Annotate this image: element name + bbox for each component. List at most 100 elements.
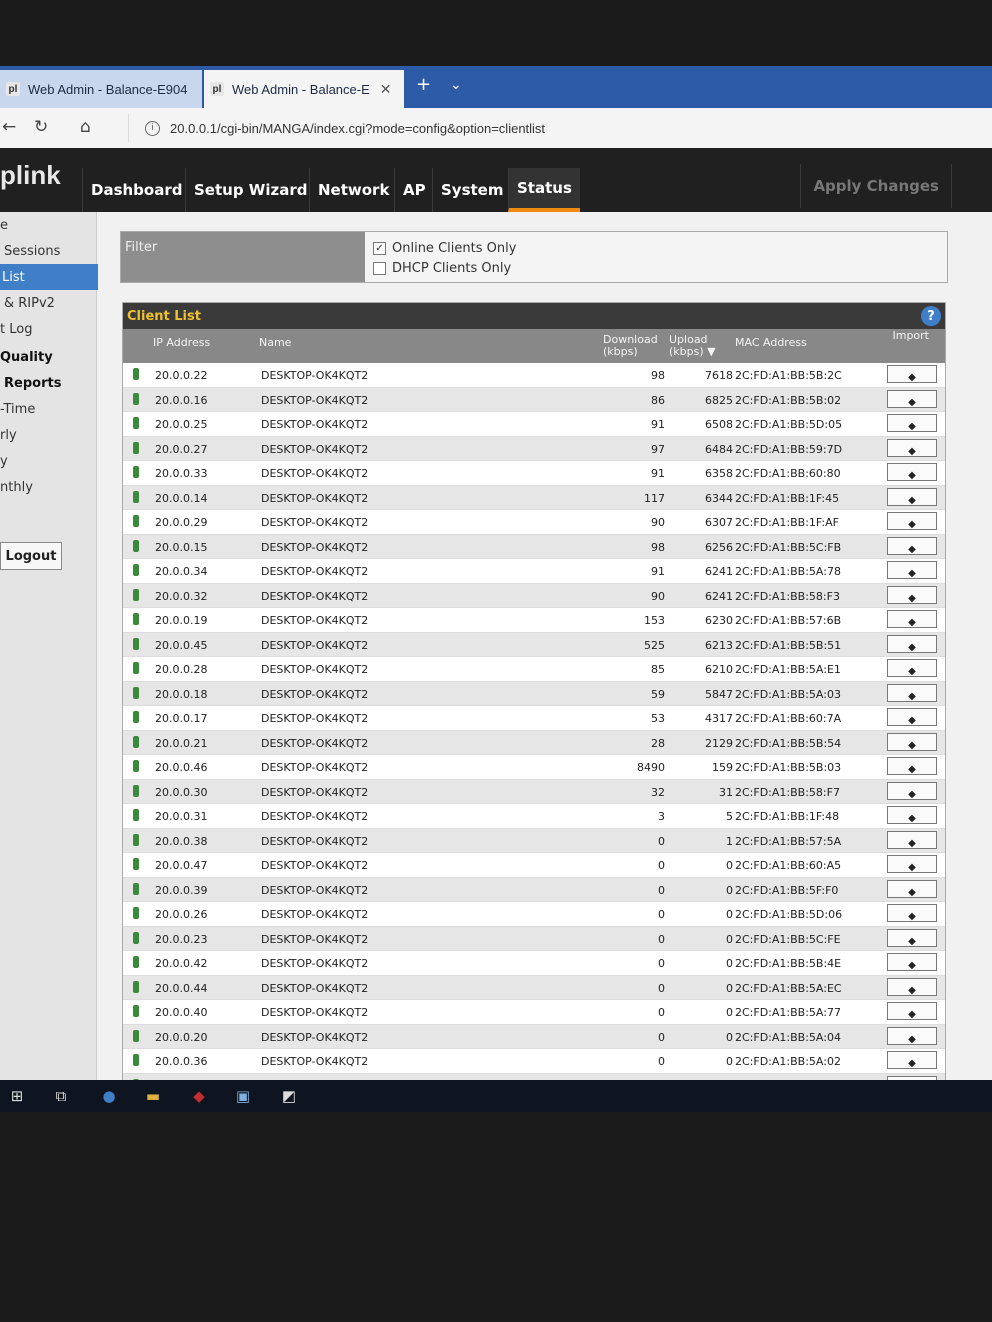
tag-icon: ◆ <box>908 935 916 947</box>
table-row: 20.0.0.16 DESKTOP-OK4KQT2 86 6825 2C:FD:A1:B… <box>123 387 945 412</box>
table-row: 20.0.0.22 DESKTOP-OK4KQT2 98 7618 2C:FD:A1:B… <box>123 363 945 388</box>
header-upload[interactable]: Upload (kbps) ▼ <box>669 334 716 358</box>
cell-ip: 20.0.0.21 <box>155 736 208 750</box>
import-tag-button[interactable]: ◆ <box>887 708 937 726</box>
import-tag-button[interactable]: ◆ <box>887 365 937 383</box>
import-tag-button[interactable]: ◆ <box>887 389 937 408</box>
remote-desktop-icon[interactable]: ▣ <box>232 1086 254 1106</box>
import-tag-button[interactable]: ◆ <box>887 512 937 530</box>
import-tag-button[interactable]: ◆ <box>887 1026 937 1045</box>
home-icon[interactable]: ⌂ <box>80 117 91 137</box>
cell-upload: 6213 <box>705 638 733 652</box>
task-view-icon[interactable]: ⧉ <box>50 1086 72 1106</box>
menu-system[interactable]: System <box>432 168 511 212</box>
import-tag-button[interactable]: ◆ <box>887 414 937 432</box>
menu-ap[interactable]: AP <box>394 168 434 212</box>
sidebar-item-hourly[interactable]: rly <box>0 422 96 448</box>
cell-ip: 20.0.0.38 <box>155 834 208 848</box>
browser-tab-1[interactable]: pl Web Admin - Balance-E904 <box>0 70 202 108</box>
import-tag-button[interactable]: ◆ <box>887 904 937 922</box>
chevron-down-icon[interactable]: ⌄ <box>450 77 462 93</box>
import-tag-button[interactable]: ◆ <box>887 561 937 579</box>
apply-changes-button[interactable]: Apply Changes <box>800 164 952 208</box>
import-tag-button[interactable]: ◆ <box>887 1002 937 1020</box>
tag-icon: ◆ <box>908 911 916 922</box>
import-tag-button[interactable]: ◆ <box>887 683 937 702</box>
cell-upload: 6241 <box>705 589 733 603</box>
import-tag-button[interactable]: ◆ <box>887 438 937 457</box>
logout-button[interactable]: Logout <box>0 542 62 570</box>
import-tag-button[interactable]: ◆ <box>887 585 937 604</box>
windows-start-icon[interactable]: ⊞ <box>6 1086 28 1106</box>
browser-tab-2[interactable]: pl Web Admin - Balance-E ✕ <box>204 70 404 108</box>
url-field[interactable]: i 20.0.0.1/cgi-bin/MANGA/index.cgi?mode=… <box>128 114 989 142</box>
menu-network[interactable]: Network <box>309 168 397 212</box>
notepad-icon[interactable]: ◩ <box>278 1086 300 1106</box>
tag-icon: ◆ <box>908 984 916 996</box>
import-tag-button[interactable]: ◆ <box>887 806 937 824</box>
device-status-icon <box>133 735 139 748</box>
import-tag-button[interactable]: ◆ <box>887 781 937 800</box>
refresh-icon[interactable]: ↻ <box>34 117 48 137</box>
new-tab-icon[interactable]: + <box>416 74 431 95</box>
online-clients-checkbox[interactable]: ✓ Online Clients Only <box>373 241 516 256</box>
cell-mac: 2C:FD:A1:BB:1F:48 <box>735 810 840 823</box>
checkbox-checked-icon[interactable]: ✓ <box>373 242 386 255</box>
import-tag-button[interactable]: ◆ <box>887 487 937 506</box>
cell-upload: 0 <box>726 883 733 897</box>
tag-icon: ◆ <box>908 813 916 824</box>
import-tag-button[interactable]: ◆ <box>887 953 937 971</box>
sidebar-item-monthly[interactable]: nthly <box>0 474 96 500</box>
cell-name: DESKTOP-OK4KQT2 <box>261 369 369 382</box>
device-status-icon <box>133 466 139 478</box>
back-icon[interactable]: ← <box>2 117 16 137</box>
cell-download: 32 <box>651 785 665 799</box>
cell-name: DESKTOP-OK4KQT2 <box>261 859 369 872</box>
app-icon[interactable]: ◆ <box>188 1086 210 1106</box>
import-tag-button[interactable]: ◆ <box>887 855 937 873</box>
file-explorer-icon[interactable]: ▬ <box>142 1086 164 1106</box>
cell-upload: 6358 <box>705 467 733 480</box>
dhcp-clients-checkbox[interactable]: DHCP Clients Only <box>373 261 511 276</box>
import-tag-button[interactable]: ◆ <box>887 928 937 947</box>
header-download[interactable]: Download (kbps) <box>603 334 658 358</box>
sidebar-item-ripv2[interactable]: & RIPv2 <box>0 290 100 316</box>
sidebar-item[interactable]: e <box>0 212 96 238</box>
menu-dashboard[interactable]: Dashboard <box>82 168 190 212</box>
cell-upload: 159 <box>712 761 733 774</box>
import-tag-button[interactable]: ◆ <box>887 757 937 775</box>
import-tag-button[interactable]: ◆ <box>887 830 937 849</box>
cell-mac: 2C:FD:A1:BB:5A:77 <box>735 1006 841 1019</box>
help-icon[interactable]: ? <box>921 306 941 326</box>
sidebar-item-client-list[interactable]: List <box>0 264 98 290</box>
info-icon[interactable]: i <box>145 120 160 136</box>
cell-mac: 2C:FD:A1:BB:1F:AF <box>735 516 839 529</box>
import-tag-button[interactable]: ◆ <box>887 463 937 481</box>
import-tag-button[interactable]: ◆ <box>887 634 937 653</box>
import-tag-button[interactable]: ◆ <box>887 1051 937 1069</box>
close-tab-icon[interactable]: ✕ <box>380 81 392 98</box>
sidebar-item-daily[interactable]: y <box>0 448 96 474</box>
sidebar-header-reports: Reports <box>4 375 62 391</box>
sidebar-item-log[interactable]: t Log <box>0 316 96 342</box>
table-row: 20.0.0.45 DESKTOP-OK4KQT2 525 6213 2C:FD:A1:… <box>123 632 945 657</box>
header-mac[interactable]: MAC Address <box>735 337 807 349</box>
header-ip[interactable]: IP Address <box>153 337 210 349</box>
header-name[interactable]: Name <box>259 337 291 349</box>
import-tag-button[interactable]: ◆ <box>887 732 937 751</box>
sidebar-item-realtime[interactable]: -Time <box>0 396 96 422</box>
import-tag-button[interactable]: ◆ <box>887 659 937 677</box>
sidebar-item-sessions[interactable]: Sessions <box>0 238 100 264</box>
import-tag-button[interactable]: ◆ <box>887 879 937 898</box>
import-tag-button[interactable]: ◆ <box>887 610 937 628</box>
cell-upload: 6307 <box>705 516 733 529</box>
menu-setup-wizard[interactable]: Setup Wizard <box>185 168 315 212</box>
cell-download: 91 <box>651 565 665 578</box>
cell-name: DESKTOP-OK4KQT2 <box>261 957 369 970</box>
import-tag-button[interactable]: ◆ <box>887 536 937 555</box>
cell-mac: 2C:FD:A1:BB:5B:02 <box>735 393 842 407</box>
edge-browser-icon[interactable]: ● <box>98 1086 120 1106</box>
checkbox-unchecked-icon[interactable] <box>373 262 386 275</box>
import-tag-button[interactable]: ◆ <box>887 977 937 996</box>
menu-status[interactable]: Status <box>508 168 580 212</box>
